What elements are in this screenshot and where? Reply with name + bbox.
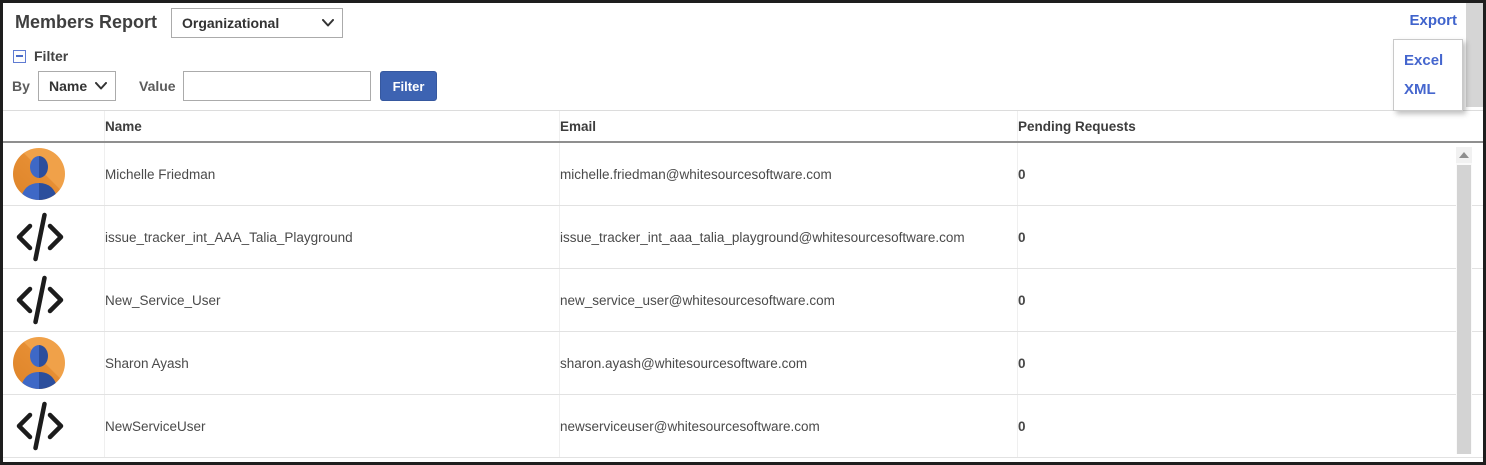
table-row[interactable]: NewServiceUser newserviceuser@whitesourc… bbox=[3, 395, 1483, 458]
scrollbar-thumb[interactable] bbox=[1457, 165, 1471, 454]
chevron-down-icon bbox=[95, 82, 107, 90]
member-type-icon bbox=[13, 400, 67, 452]
pending-column-header: Pending Requests bbox=[1018, 111, 1483, 141]
filter-by-select[interactable]: Name bbox=[38, 71, 116, 101]
members-report-page: Members Report Organizational Export Exc… bbox=[0, 0, 1486, 465]
export-xml-link[interactable]: XML bbox=[1394, 75, 1462, 104]
member-type-icon bbox=[13, 148, 67, 200]
member-email: issue_tracker_int_aaa_talia_playground@w… bbox=[560, 206, 1018, 268]
member-email: michelle.friedman@whitesourcesoftware.co… bbox=[560, 143, 1018, 205]
service-user-code-icon bbox=[13, 274, 67, 326]
member-name: NewServiceUser bbox=[105, 395, 560, 457]
service-user-code-icon bbox=[13, 400, 67, 452]
member-email: newserviceuser@whitesourcesoftware.com bbox=[560, 395, 1018, 457]
table-row[interactable]: Michelle Friedman michelle.friedman@whit… bbox=[3, 143, 1483, 206]
name-column-header: Name bbox=[105, 111, 560, 141]
service-user-code-icon bbox=[13, 211, 67, 263]
report-scope-select[interactable]: Organizational bbox=[171, 8, 343, 38]
filter-button[interactable]: Filter bbox=[380, 71, 437, 101]
filter-section-label: Filter bbox=[34, 48, 68, 64]
user-avatar-icon bbox=[13, 337, 65, 389]
export-excel-link[interactable]: Excel bbox=[1394, 46, 1462, 75]
email-column-header: Email bbox=[560, 111, 1018, 141]
member-pending-requests: 0 bbox=[1018, 143, 1483, 205]
member-pending-requests: 0 bbox=[1018, 206, 1483, 268]
member-name: New_Service_User bbox=[105, 269, 560, 331]
member-email: new_service_user@whitesourcesoftware.com bbox=[560, 269, 1018, 331]
report-scope-value: Organizational bbox=[182, 15, 279, 31]
member-name: Michelle Friedman bbox=[105, 143, 560, 205]
export-button[interactable]: Export bbox=[1409, 12, 1457, 29]
member-name: issue_tracker_int_AAA_Talia_Playground bbox=[105, 206, 560, 268]
member-type-icon bbox=[13, 274, 67, 326]
member-type-icon bbox=[13, 211, 67, 263]
export-menu: Excel XML bbox=[1393, 39, 1463, 111]
page-title: Members Report bbox=[15, 12, 157, 33]
filter-controls: By Name Value Filter bbox=[3, 71, 1483, 101]
filter-section-header: Filter bbox=[13, 48, 68, 64]
table-row[interactable]: Sharon Ayash sharon.ayash@whitesourcesof… bbox=[3, 332, 1483, 395]
icon-column-header bbox=[3, 111, 105, 141]
scrollbar-up-arrow-icon[interactable] bbox=[1456, 147, 1472, 163]
filter-by-value: Name bbox=[49, 78, 87, 94]
collapse-minus-icon[interactable] bbox=[13, 50, 26, 63]
member-type-icon bbox=[13, 337, 67, 389]
chevron-down-icon bbox=[322, 19, 334, 27]
table-scrollbar[interactable] bbox=[1456, 147, 1472, 454]
member-pending-requests: 0 bbox=[1018, 395, 1483, 457]
member-pending-requests: 0 bbox=[1018, 269, 1483, 331]
by-label: By bbox=[12, 78, 30, 94]
user-avatar-icon bbox=[13, 148, 65, 200]
members-table: Name Email Pending Requests Michelle Fri… bbox=[3, 110, 1483, 462]
value-label: Value bbox=[139, 78, 176, 94]
filter-value-input[interactable] bbox=[183, 71, 371, 101]
member-pending-requests: 0 bbox=[1018, 332, 1483, 394]
table-row[interactable]: issue_tracker_int_AAA_Talia_Playground i… bbox=[3, 206, 1483, 269]
table-body: Michelle Friedman michelle.friedman@whit… bbox=[3, 143, 1483, 458]
table-header-row: Name Email Pending Requests bbox=[3, 111, 1483, 143]
table-row[interactable]: New_Service_User new_service_user@whites… bbox=[3, 269, 1483, 332]
member-email: sharon.ayash@whitesourcesoftware.com bbox=[560, 332, 1018, 394]
member-name: Sharon Ayash bbox=[105, 332, 560, 394]
